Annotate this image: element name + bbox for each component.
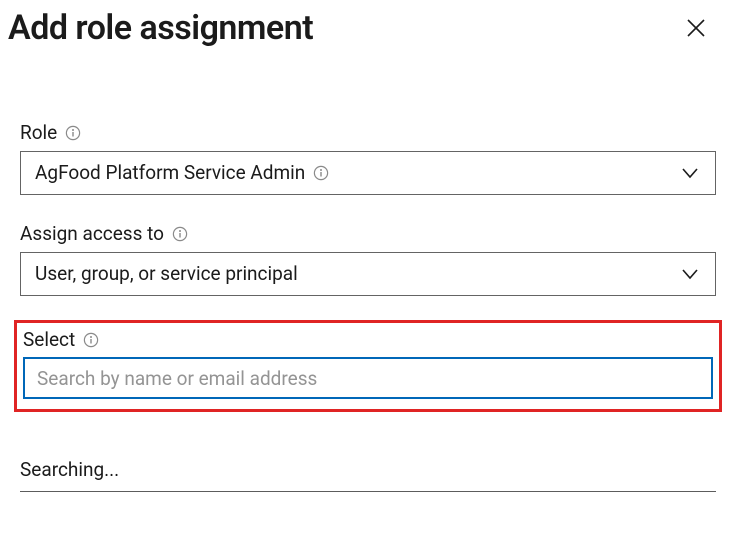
info-icon[interactable] [83, 332, 99, 348]
info-icon[interactable] [172, 226, 188, 242]
close-button[interactable] [682, 14, 710, 42]
chevron-down-icon [679, 263, 701, 285]
assign-label-row: Assign access to [20, 223, 716, 246]
panel-header: Add role assignment [0, 0, 736, 48]
form-area: Role AgFood Platform Service Admin [0, 122, 736, 492]
role-label-row: Role [20, 122, 716, 145]
info-icon[interactable] [65, 125, 81, 141]
assign-label: Assign access to [20, 223, 164, 246]
role-label: Role [20, 122, 57, 145]
chevron-down-icon [679, 162, 701, 184]
search-status: Searching... [20, 452, 716, 492]
select-label-row: Select [23, 329, 713, 352]
assign-dropdown-value: User, group, or service principal [35, 262, 298, 285]
close-icon [685, 17, 707, 39]
panel-title: Add role assignment [8, 8, 313, 48]
select-highlight: Select [14, 320, 722, 413]
select-search-input[interactable] [23, 357, 713, 399]
role-dropdown[interactable]: AgFood Platform Service Admin [20, 151, 716, 195]
assign-dropdown[interactable]: User, group, or service principal [20, 252, 716, 296]
select-label: Select [23, 329, 75, 352]
info-icon[interactable] [313, 165, 329, 181]
role-dropdown-value: AgFood Platform Service Admin [35, 161, 305, 184]
